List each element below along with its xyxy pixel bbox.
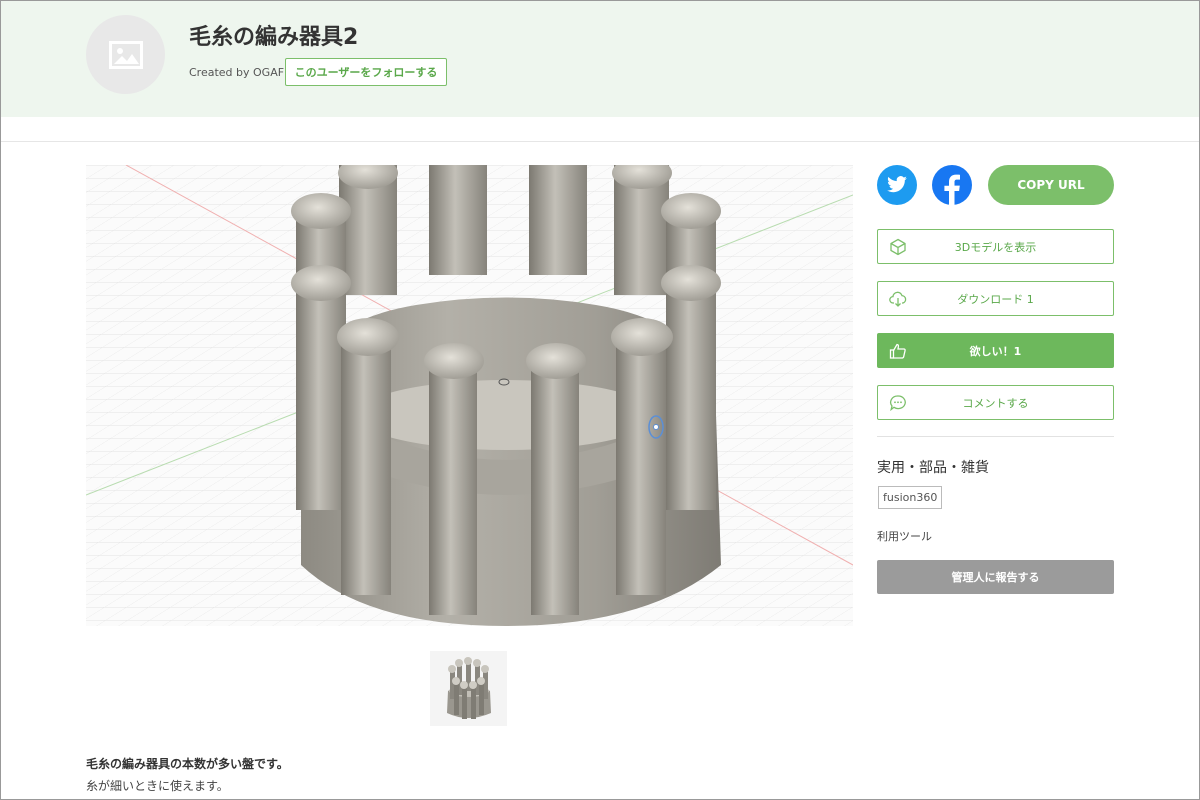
want-button[interactable]: 欲しい！1	[877, 333, 1114, 368]
image-placeholder-icon	[108, 40, 143, 69]
twitter-icon	[887, 176, 907, 193]
speech-bubble-icon	[890, 395, 906, 412]
sidebar-divider	[877, 436, 1114, 437]
category-label[interactable]: 実用・部品・雑貨	[877, 457, 989, 477]
thumbs-up-icon	[889, 343, 906, 359]
tag-badge[interactable]: fusion360	[878, 486, 943, 509]
report-to-admin-button[interactable]: 管理人に報告する	[877, 560, 1114, 594]
follow-button[interactable]: このユーザーをフォローする	[285, 58, 447, 86]
view-3d-model-button[interactable]: 3Dモデルを表示	[877, 229, 1114, 264]
creator-label[interactable]: Created by OGAF	[189, 66, 284, 79]
model-preview-image[interactable]	[86, 165, 853, 626]
tools-label: 利用ツール	[877, 530, 932, 543]
avatar[interactable]	[86, 15, 165, 94]
facebook-share-button[interactable]	[932, 165, 972, 205]
copy-url-button[interactable]: COPY URL	[988, 165, 1114, 205]
facebook-icon	[944, 174, 960, 205]
comment-button[interactable]: コメントする	[877, 385, 1114, 420]
want-label: 欲しい！1	[969, 344, 1022, 358]
cube-icon	[890, 238, 906, 256]
thumbnail-image[interactable]	[430, 651, 507, 726]
download-label: ダウンロード 1	[957, 292, 1034, 306]
view-3d-model-label: 3Dモデルを表示	[954, 240, 1037, 254]
download-button[interactable]: ダウンロード 1	[877, 281, 1114, 316]
cloud-download-icon	[889, 291, 907, 307]
page-title: 毛糸の編み器具2	[189, 25, 359, 50]
page-frame: 毛糸の編み器具2 Created by OGAF このユーザーをフォローする C…	[0, 0, 1200, 800]
description-text: 糸が細いときに使えます。	[86, 779, 229, 793]
divider	[1, 141, 1199, 142]
twitter-share-button[interactable]	[877, 165, 917, 205]
comment-label: コメントする	[962, 396, 1029, 410]
page-header: 毛糸の編み器具2 Created by OGAF このユーザーをフォローする	[1, 1, 1199, 117]
description-heading: 毛糸の編み器具の本数が多い盤です。	[86, 757, 289, 771]
